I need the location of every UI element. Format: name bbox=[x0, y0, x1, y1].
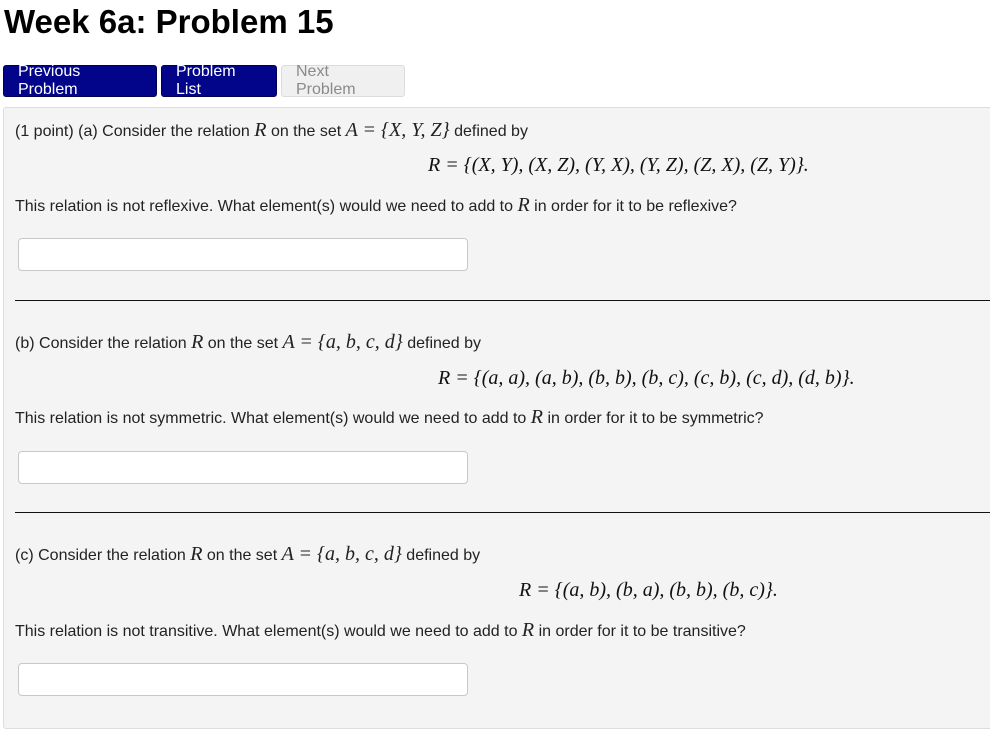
relation-symbol: R bbox=[254, 119, 267, 141]
set-expression: A = {a, b, c, d} bbox=[282, 331, 403, 353]
next-problem-button[interactable]: Next Problem bbox=[281, 63, 405, 98]
part-a-answer-input[interactable] bbox=[18, 238, 468, 271]
problem-list-button[interactable]: Problem List bbox=[161, 63, 277, 98]
problem-body: (1 point) (a) Consider the relation R on… bbox=[3, 107, 990, 729]
intro-text: defined by bbox=[407, 335, 482, 352]
part-a-relation-definition: R = {(X, Y), (X, Z), (Y, X), (Y, Z), (Z,… bbox=[428, 154, 809, 176]
part-a-label: (a) bbox=[78, 123, 98, 140]
part-c-answer-input[interactable] bbox=[18, 663, 468, 696]
part-b-question: This relation is not symmetric. What ele… bbox=[15, 406, 764, 429]
part-b-relation-definition: R = {(a, a), (a, b), (b, b), (b, c), (c,… bbox=[438, 367, 855, 389]
intro-text: on the set bbox=[206, 547, 278, 564]
part-b-label: (b) bbox=[15, 335, 35, 352]
part-c-relation-definition: R = {(a, b), (b, a), (b, b), (b, c)}. bbox=[519, 579, 778, 601]
part-c-question: This relation is not transitive. What el… bbox=[15, 619, 746, 642]
set-expression: A = {a, b, c, d} bbox=[281, 543, 402, 565]
intro-text: defined by bbox=[406, 547, 481, 564]
part-a-intro: (1 point) (a) Consider the relation R on… bbox=[15, 119, 528, 142]
divider bbox=[15, 300, 990, 301]
intro-text: Consider the relation bbox=[39, 335, 187, 352]
part-c-intro: (c) Consider the relation R on the set A… bbox=[15, 543, 480, 566]
relation-symbol: R bbox=[530, 406, 543, 428]
part-c-label: (c) bbox=[15, 547, 34, 564]
part-a-question: This relation is not reflexive. What ele… bbox=[15, 194, 737, 217]
part-b-answer-input[interactable] bbox=[18, 451, 468, 484]
relation-symbol: R bbox=[191, 331, 204, 353]
question-text: This relation is not transitive. What el… bbox=[15, 623, 518, 640]
page-title: Week 6a: Problem 15 bbox=[4, 3, 334, 40]
intro-text: Consider the relation bbox=[38, 547, 186, 564]
intro-text: on the set bbox=[207, 335, 279, 352]
relation-symbol: R bbox=[521, 619, 535, 641]
intro-text: on the set bbox=[270, 123, 342, 140]
relation-symbol: R bbox=[517, 194, 530, 216]
intro-text: Consider the relation bbox=[102, 123, 250, 140]
problem-nav: Previous Problem Problem List Next Probl… bbox=[3, 63, 405, 98]
set-expression: A = {X, Y, Z} bbox=[345, 119, 450, 141]
question-text: in order for it to be symmetric? bbox=[547, 410, 764, 427]
part-b-intro: (b) Consider the relation R on the set A… bbox=[15, 331, 481, 354]
question-text: This relation is not symmetric. What ele… bbox=[15, 410, 527, 427]
question-text: This relation is not reflexive. What ele… bbox=[15, 198, 514, 215]
relation-symbol: R bbox=[190, 543, 203, 565]
question-text: in order for it to be transitive? bbox=[538, 623, 746, 640]
previous-problem-button[interactable]: Previous Problem bbox=[3, 63, 157, 98]
divider bbox=[15, 512, 990, 513]
question-text: in order for it to be reflexive? bbox=[534, 198, 737, 215]
intro-text: defined by bbox=[454, 123, 528, 140]
points-label: (1 point) bbox=[15, 123, 74, 140]
